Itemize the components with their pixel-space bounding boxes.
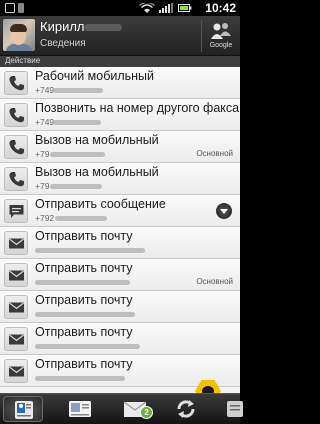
redacted-number <box>53 88 103 93</box>
account-source-label: Google <box>209 42 233 49</box>
phone-icon <box>4 103 28 127</box>
divider <box>201 20 202 52</box>
mail-icon <box>4 359 28 383</box>
contact-name: Кирилл <box>40 19 85 34</box>
redacted-email <box>35 376 125 381</box>
tab-photo-info[interactable] <box>60 396 100 422</box>
redacted-number <box>50 152 105 157</box>
list-item[interactable]: Вызов на мобильный +79 Основной <box>0 131 240 163</box>
phone-number: +79 <box>35 181 50 191</box>
section-title: Действие <box>5 56 41 65</box>
redacted-email <box>35 312 135 317</box>
mail-icon <box>4 263 28 287</box>
contact-avatar[interactable] <box>3 19 35 51</box>
list-item[interactable]: Отправить почту <box>0 291 240 323</box>
action-title: Отправить почту <box>35 357 133 371</box>
phone-number: +79 <box>35 149 50 159</box>
redacted-email <box>35 280 130 285</box>
call-log-icon <box>227 401 243 417</box>
action-title: Рабочий мобильный <box>35 69 155 83</box>
mail-icon <box>4 295 28 319</box>
tab-call-history[interactable] <box>215 396 243 422</box>
phone-icon <box>4 71 28 95</box>
refresh-icon <box>177 400 195 418</box>
action-title: Позвонить на номер другого факса <box>35 101 240 115</box>
clock: 10:42 <box>205 1 236 15</box>
contact-details-link[interactable]: Сведения <box>40 38 86 49</box>
signal-icon <box>159 3 173 13</box>
tab-updates[interactable] <box>166 396 206 422</box>
unread-badge: 2 <box>140 406 153 419</box>
wifi-icon <box>139 3 155 13</box>
mail-icon <box>4 231 28 255</box>
phone-number: +749 <box>35 117 55 127</box>
mail-icon <box>4 327 28 351</box>
list-item[interactable]: Отправить почту <box>0 323 240 355</box>
phone-icon <box>4 167 28 191</box>
people-icon <box>211 23 231 39</box>
redacted-number <box>50 184 102 189</box>
list-item[interactable]: Отправить почту <box>0 227 240 259</box>
phone-icon <box>4 135 28 159</box>
action-title: Отправить почту <box>35 293 133 307</box>
phone-number: +749 <box>35 85 55 95</box>
profile-card-icon <box>69 401 91 417</box>
section-header: Действие <box>0 56 240 67</box>
list-item[interactable]: Позвонить на номер другого факса +749 <box>0 99 240 131</box>
action-title: Вызов на мобильный <box>35 165 159 179</box>
status-bar: 10:42 <box>0 0 240 16</box>
list-item[interactable]: Вызов на мобильный +79 <box>0 163 240 195</box>
notification-mail-icon <box>5 3 15 13</box>
redacted-email <box>35 248 145 253</box>
contact-header[interactable]: Кирилл Сведения Google <box>0 16 240 56</box>
tab-details[interactable] <box>3 396 43 422</box>
list-item[interactable]: Рабочий мобильный +749 <box>0 67 240 99</box>
primary-tag: Основной <box>196 149 233 158</box>
action-title: Вызов на мобильный <box>35 133 159 147</box>
contact-surname-redacted <box>84 24 122 31</box>
message-icon <box>4 199 28 223</box>
expand-icon[interactable] <box>216 203 232 219</box>
list-item[interactable]: Отправить сообщение +792 <box>0 195 240 227</box>
phone-number: +792 <box>35 213 55 223</box>
redacted-number <box>55 216 107 221</box>
action-list[interactable]: Рабочий мобильный +749 Позвонить на номе… <box>0 67 240 393</box>
bottom-tab-bar: 2 <box>0 393 243 424</box>
contact-card-icon <box>15 401 33 419</box>
notification-sd-icon <box>18 3 24 13</box>
action-title: Отправить сообщение <box>35 197 166 211</box>
redacted-number <box>53 120 101 125</box>
primary-tag: Основной <box>196 277 233 286</box>
tab-messages[interactable]: 2 <box>116 396 156 422</box>
action-title: Отправить почту <box>35 229 133 243</box>
list-item[interactable]: Отправить почту Основной <box>0 259 240 291</box>
redacted-email <box>35 344 140 349</box>
battery-icon <box>178 4 192 12</box>
action-title: Отправить почту <box>35 325 133 339</box>
action-title: Отправить почту <box>35 261 133 275</box>
